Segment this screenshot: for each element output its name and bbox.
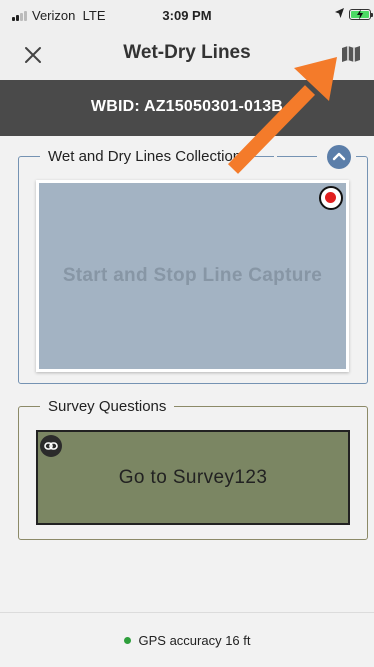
status-bar: Verizon LTE 3:09 PM	[0, 0, 374, 30]
footer-divider	[0, 612, 374, 613]
legend-divider	[277, 156, 317, 157]
wbid-text: WBID: AZ15050301-013B	[90, 98, 284, 115]
location-arrow-icon	[335, 8, 344, 18]
capture-label: Start and Stop Line Capture	[62, 265, 323, 286]
survey-legend: Survey Questions	[40, 398, 175, 415]
battery-icon	[349, 9, 373, 20]
record-icon[interactable]	[319, 186, 343, 210]
survey-button-label: Go to Survey123	[118, 467, 268, 488]
map-icon[interactable]	[340, 43, 362, 65]
chevron-up-icon[interactable]	[327, 145, 351, 169]
wbid-banner: WBID: AZ15050301-013B	[0, 80, 374, 136]
page-title: Wet-Dry Lines	[123, 42, 251, 63]
line-capture-button[interactable]: Start and Stop Line Capture	[36, 180, 349, 372]
nav-bar: Wet-Dry Lines	[0, 30, 374, 80]
link-icon[interactable]	[40, 435, 62, 457]
collection-legend: Wet and Dry Lines Collection	[40, 148, 250, 165]
gps-status-dot	[123, 637, 131, 644]
go-to-survey-button[interactable]: Go to Survey123	[36, 430, 350, 525]
gps-accuracy-text: GPS accuracy 16 ft	[138, 633, 251, 648]
status-time: 3:09 PM	[162, 8, 212, 23]
gps-status: GPS accuracy 16 ft	[0, 633, 374, 648]
